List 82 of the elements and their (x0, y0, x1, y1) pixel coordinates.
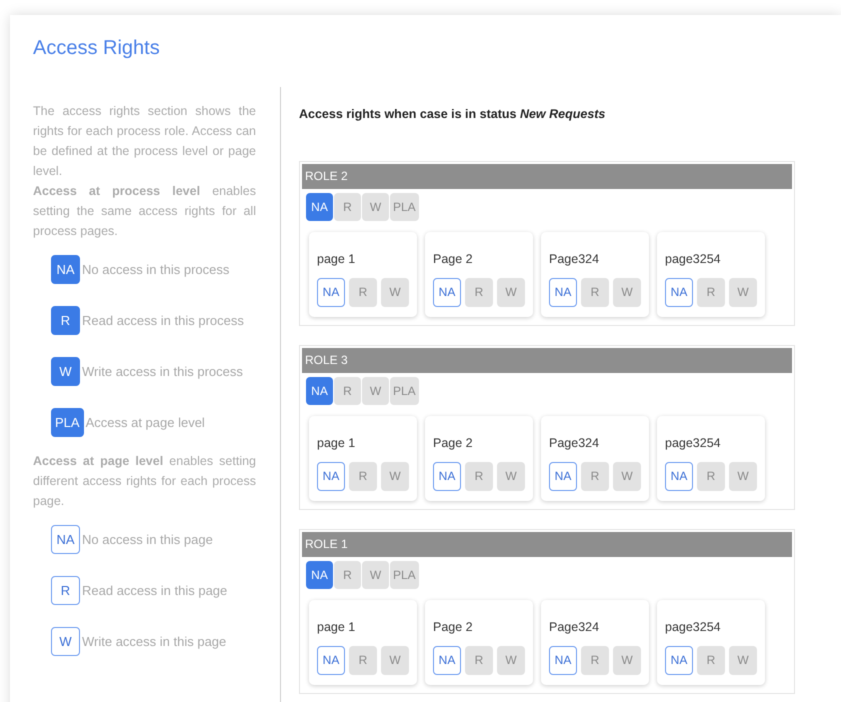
page-title: Access Rights (33, 36, 161, 61)
role-header: ROLE 2 (302, 164, 792, 189)
legend-badge: NA (51, 525, 80, 554)
process-access-button[interactable]: W (362, 560, 389, 589)
page-name: page3254 (665, 250, 722, 268)
page-access-button[interactable]: R (697, 646, 725, 674)
legend-badge: PLA (51, 408, 84, 437)
page-access-button[interactable]: W (497, 462, 525, 490)
page-access-button[interactable]: NA (433, 462, 461, 490)
page-name: page 1 (317, 618, 356, 636)
page-access-button[interactable]: W (381, 646, 409, 674)
page-access-button[interactable]: W (381, 278, 409, 306)
process-access-button[interactable]: PLA (390, 376, 419, 405)
page-access-button[interactable]: W (729, 278, 757, 306)
page-access-button[interactable]: NA (549, 462, 577, 490)
page-access-button[interactable]: R (697, 462, 725, 490)
page-access-button[interactable]: W (729, 462, 757, 490)
legend-badge: NA (51, 255, 80, 284)
process-access-button[interactable]: PLA (390, 560, 419, 589)
legend-badge: R (51, 576, 80, 605)
page-name: Page 2 (433, 434, 474, 452)
process-access-button[interactable]: W (362, 192, 389, 221)
page-name: page3254 (665, 618, 722, 636)
legend-label: No access in this process (82, 260, 230, 279)
legend-label: Write access in this page (82, 632, 226, 651)
page-access-button[interactable]: R (465, 462, 493, 490)
page-name: page3254 (665, 434, 722, 452)
legend-label: Write access in this process (82, 362, 243, 381)
process-access-button[interactable]: R (334, 376, 361, 405)
page-name: Page324 (549, 250, 600, 268)
process-access-button[interactable]: NA (306, 376, 333, 405)
page-name: Page324 (549, 434, 600, 452)
legend-label: Read access in this process (82, 312, 244, 330)
process-access-button[interactable]: R (334, 192, 361, 221)
page-access-button[interactable]: R (581, 278, 609, 306)
page-access-button[interactable]: NA (665, 278, 693, 306)
process-access-button[interactable]: W (362, 376, 389, 405)
legend-label: Access at page level (86, 414, 205, 432)
legend-label: No access in this page (82, 530, 213, 549)
page-access-button[interactable]: R (349, 646, 377, 674)
page-access-button[interactable]: NA (317, 462, 345, 490)
role-header: ROLE 1 (302, 532, 792, 557)
page-name: Page 2 (433, 618, 474, 636)
intro-text: The access rights section shows the rights for each process role. Access can be defined at the process level or page level. (33, 103, 256, 180)
legend-badge: W (51, 627, 80, 656)
page-access-button[interactable]: R (581, 646, 609, 674)
page-access-button[interactable]: R (581, 462, 609, 490)
page-access-button[interactable]: R (349, 278, 377, 306)
page-access-button[interactable]: W (497, 278, 525, 306)
page-access-button[interactable]: NA (433, 646, 461, 674)
process-access-button[interactable]: NA (306, 192, 333, 221)
page-access-button[interactable]: W (729, 646, 757, 674)
page-name: page 1 (317, 434, 356, 452)
process-access-button[interactable]: PLA (390, 192, 419, 221)
role-header: ROLE 3 (302, 348, 792, 373)
page-access-button[interactable]: W (613, 646, 641, 674)
process-level-text: Access at process level enables setting the same access rights for all process pages. (33, 183, 256, 240)
process-access-button[interactable]: NA (306, 560, 333, 589)
page-access-button[interactable]: W (381, 462, 409, 490)
page-level-text: Access at page level enables setting different access rights for each process page. (33, 453, 256, 510)
page-name: Page324 (549, 618, 600, 636)
status-heading: Access rights when case is in status New Requests (299, 106, 606, 123)
legend-badge: R (51, 306, 80, 335)
legend-badge: W (51, 357, 80, 386)
page-access-button[interactable]: W (613, 462, 641, 490)
page-access-button[interactable]: R (465, 646, 493, 674)
legend-label: Read access in this page (82, 582, 228, 600)
page-access-button[interactable]: NA (549, 646, 577, 674)
page-access-button[interactable]: R (349, 462, 377, 490)
page-name: Page 2 (433, 250, 474, 268)
page-access-button[interactable]: NA (317, 646, 345, 674)
page-access-button[interactable]: W (497, 646, 525, 674)
page-access-button[interactable]: NA (665, 462, 693, 490)
page-access-button[interactable]: R (465, 278, 493, 306)
page-access-button[interactable]: NA (317, 278, 345, 306)
process-access-button[interactable]: R (334, 560, 361, 589)
page-access-button[interactable]: NA (665, 646, 693, 674)
page-access-button[interactable]: NA (433, 278, 461, 306)
page-access-button[interactable]: NA (549, 278, 577, 306)
page-access-button[interactable]: R (697, 278, 725, 306)
page-access-button[interactable]: W (613, 278, 641, 306)
page-name: page 1 (317, 250, 356, 268)
